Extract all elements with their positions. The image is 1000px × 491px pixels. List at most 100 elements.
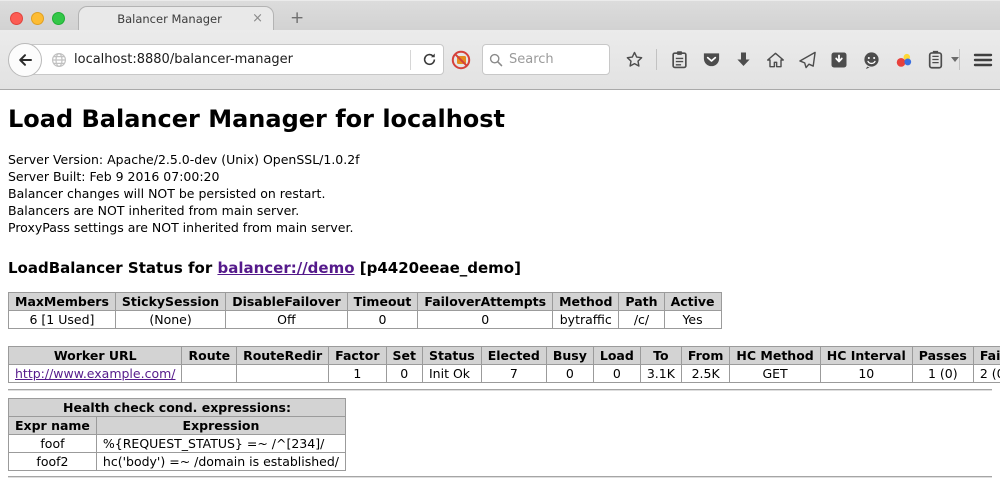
table-header-row: MaxMembers StickySession DisableFailover…: [9, 293, 722, 311]
battery-extension-icon[interactable]: [925, 50, 945, 70]
table-cell: 0: [546, 365, 593, 383]
minimize-window-button[interactable]: [31, 12, 44, 25]
balancer-demo-link[interactable]: balancer://demo: [217, 259, 354, 277]
worker-url-link[interactable]: http://www.example.com/: [15, 366, 175, 381]
table-header-row: Expr name Expression: [9, 417, 346, 435]
close-window-button[interactable]: [10, 12, 23, 25]
table-cell: bytraffic: [553, 311, 619, 329]
back-button[interactable]: [8, 43, 42, 77]
column-header: Status: [423, 347, 482, 365]
column-header: StickySession: [115, 293, 225, 311]
column-header: From: [681, 347, 730, 365]
chevron-down-icon[interactable]: [951, 57, 959, 62]
status-heading-suffix: [p4420eeae_demo]: [355, 259, 521, 277]
column-header: Timeout: [347, 293, 418, 311]
worker-table: Worker URL Route RouteRedir Factor Set S…: [8, 346, 1000, 383]
home-icon[interactable]: [765, 50, 785, 70]
table-cell: foof2: [9, 453, 97, 471]
search-icon: [489, 53, 503, 67]
downloads-icon[interactable]: [733, 50, 753, 70]
table-row: foof %{REQUEST_STATUS} =~ /^[234]/: [9, 435, 346, 453]
table-cell: %{REQUEST_STATUS} =~ /^[234]/: [96, 435, 345, 453]
server-version-line: Server Version: Apache/2.5.0-dev (Unix) …: [8, 151, 992, 168]
bookmark-star-icon[interactable]: [624, 50, 644, 70]
table-cell: 1 (0): [912, 365, 973, 383]
persist-notice-line: Balancer changes will NOT be persisted o…: [8, 185, 992, 202]
health-table-title: Health check cond. expressions:: [9, 399, 346, 417]
clipboard-icon[interactable]: [669, 50, 689, 70]
page-title: Load Balancer Manager for localhost: [8, 105, 992, 133]
zoom-window-button[interactable]: [52, 12, 65, 25]
health-check-table: Health check cond. expressions: Expr nam…: [8, 398, 346, 471]
inherit-notice-line: Balancers are NOT inherited from main se…: [8, 202, 992, 219]
column-header: DisableFailover: [226, 293, 347, 311]
proxypass-notice-line: ProxyPass settings are NOT inherited fro…: [8, 219, 992, 236]
table-cell: Off: [226, 311, 347, 329]
table-cell: 1: [329, 365, 386, 383]
url-bar[interactable]: localhost:8880/balancer-manager: [28, 44, 444, 75]
column-header: Set: [386, 347, 422, 365]
table-cell: 0: [347, 311, 418, 329]
column-header: Path: [619, 293, 664, 311]
table-cell: [237, 365, 329, 383]
column-header: Busy: [546, 347, 593, 365]
table-cell: 7: [481, 365, 546, 383]
toolbar-separator: [959, 49, 960, 70]
table-cell: 10: [820, 365, 912, 383]
column-header: HC Method: [730, 347, 820, 365]
table-cell: http://www.example.com/: [9, 365, 182, 383]
tab-balancer-manager[interactable]: Balancer Manager ×: [78, 6, 274, 30]
table-cell: 0: [418, 311, 553, 329]
column-header: Expr name: [9, 417, 97, 435]
reload-button[interactable]: [415, 46, 443, 74]
new-tab-button[interactable]: +: [290, 10, 304, 27]
column-header: Route: [182, 347, 237, 365]
browser-window: Balancer Manager × + localhost:8880/bala…: [0, 0, 1000, 491]
window-controls: [10, 12, 65, 25]
feedback-smiley-icon[interactable]: [861, 50, 881, 70]
search-input[interactable]: [507, 51, 603, 68]
column-header: Load: [593, 347, 640, 365]
table-cell: [182, 365, 237, 383]
loadbalancer-status-heading: LoadBalancer Status for balancer://demo …: [8, 259, 992, 277]
colored-dots-extension-icon[interactable]: [893, 50, 913, 70]
table-cell: 2.5K: [681, 365, 730, 383]
menu-hamburger-icon[interactable]: [973, 50, 993, 70]
table-cell: foof: [9, 435, 97, 453]
column-header: Factor: [329, 347, 386, 365]
column-header: FailoverAttempts: [418, 293, 553, 311]
toolbar-buttons: [624, 49, 959, 70]
toolbar-right-group: [959, 49, 1000, 70]
column-header: MaxMembers: [9, 293, 116, 311]
table-cell: 6 [1 Used]: [9, 311, 116, 329]
bottom-divider: [8, 476, 992, 478]
table-cell: 3.1K: [640, 365, 681, 383]
tab-close-icon[interactable]: ×: [251, 12, 264, 25]
table-row: http://www.example.com/ 1 0 Init Ok 7 0 …: [9, 365, 1000, 383]
pocket-icon[interactable]: [701, 50, 721, 70]
search-box[interactable]: [482, 44, 610, 75]
url-input[interactable]: localhost:8880/balancer-manager: [74, 52, 406, 67]
table-cell: (None): [115, 311, 225, 329]
download-box-icon[interactable]: [829, 50, 849, 70]
table-header-row: Worker URL Route RouteRedir Factor Set S…: [9, 347, 1000, 365]
column-header: Active: [664, 293, 721, 311]
column-header: HC Interval: [820, 347, 912, 365]
back-arrow-icon: [17, 52, 33, 68]
table-header-row: Health check cond. expressions:: [9, 399, 346, 417]
table-cell: Yes: [664, 311, 721, 329]
column-header: Fails: [973, 347, 1000, 365]
column-header: RouteRedir: [237, 347, 329, 365]
site-identity-globe-icon[interactable]: [51, 52, 67, 68]
toolbar-separator: [656, 49, 657, 70]
column-header: To: [640, 347, 681, 365]
table-cell: 0: [593, 365, 640, 383]
urlbar-divider: [410, 50, 411, 70]
plugin-blocked-button[interactable]: [450, 47, 472, 73]
table-cell: /c/: [619, 311, 664, 329]
send-plane-icon[interactable]: [797, 50, 817, 70]
table-cell: Init Ok: [423, 365, 482, 383]
section-divider: [8, 389, 992, 391]
column-header: Passes: [912, 347, 973, 365]
navigation-toolbar: localhost:8880/balancer-manager: [0, 30, 1000, 90]
